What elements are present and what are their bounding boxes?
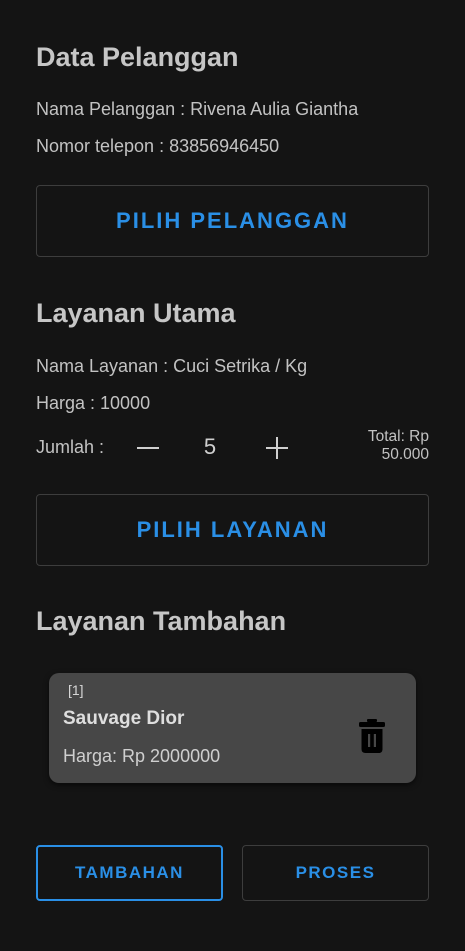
quantity-value: 5 (203, 434, 217, 459)
decrease-quantity-button[interactable] (135, 435, 161, 461)
main-service-heading: Layanan Utama (36, 298, 236, 328)
extra-service-price: Harga: Rp 2000000 (63, 746, 221, 766)
service-price-text: Harga : 10000 (36, 393, 151, 413)
extra-services-heading: Layanan Tambahan (36, 606, 287, 636)
quantity-label: Jumlah : (36, 437, 105, 457)
select-service-button[interactable]: PILIH LAYANAN (36, 494, 429, 566)
select-customer-button[interactable]: PILIH PELANGGAN (36, 185, 429, 257)
total-price-label: Total: Rp (367, 428, 429, 445)
extra-service-index: [1] (68, 682, 84, 698)
increase-quantity-button[interactable] (264, 435, 290, 461)
total-price: Total: Rp 50.000 (330, 428, 429, 464)
customer-section-heading: Data Pelanggan (36, 42, 239, 72)
customer-phone-text: Nomor telepon : 83856946450 (36, 136, 280, 156)
customer-name-text: Nama Pelanggan : Rivena Aulia Giantha (36, 99, 359, 119)
extra-service-card[interactable]: [1] Sauvage Dior Harga: Rp 2000000 (49, 673, 416, 783)
extra-service-name: Sauvage Dior (63, 708, 185, 729)
add-extra-button[interactable]: TAMBAHAN (36, 845, 223, 901)
total-price-value: 50.000 (381, 446, 429, 463)
trash-icon[interactable] (358, 718, 386, 754)
service-name-text: Nama Layanan : Cuci Setrika / Kg (36, 356, 308, 376)
process-button[interactable]: PROSES (242, 845, 429, 901)
